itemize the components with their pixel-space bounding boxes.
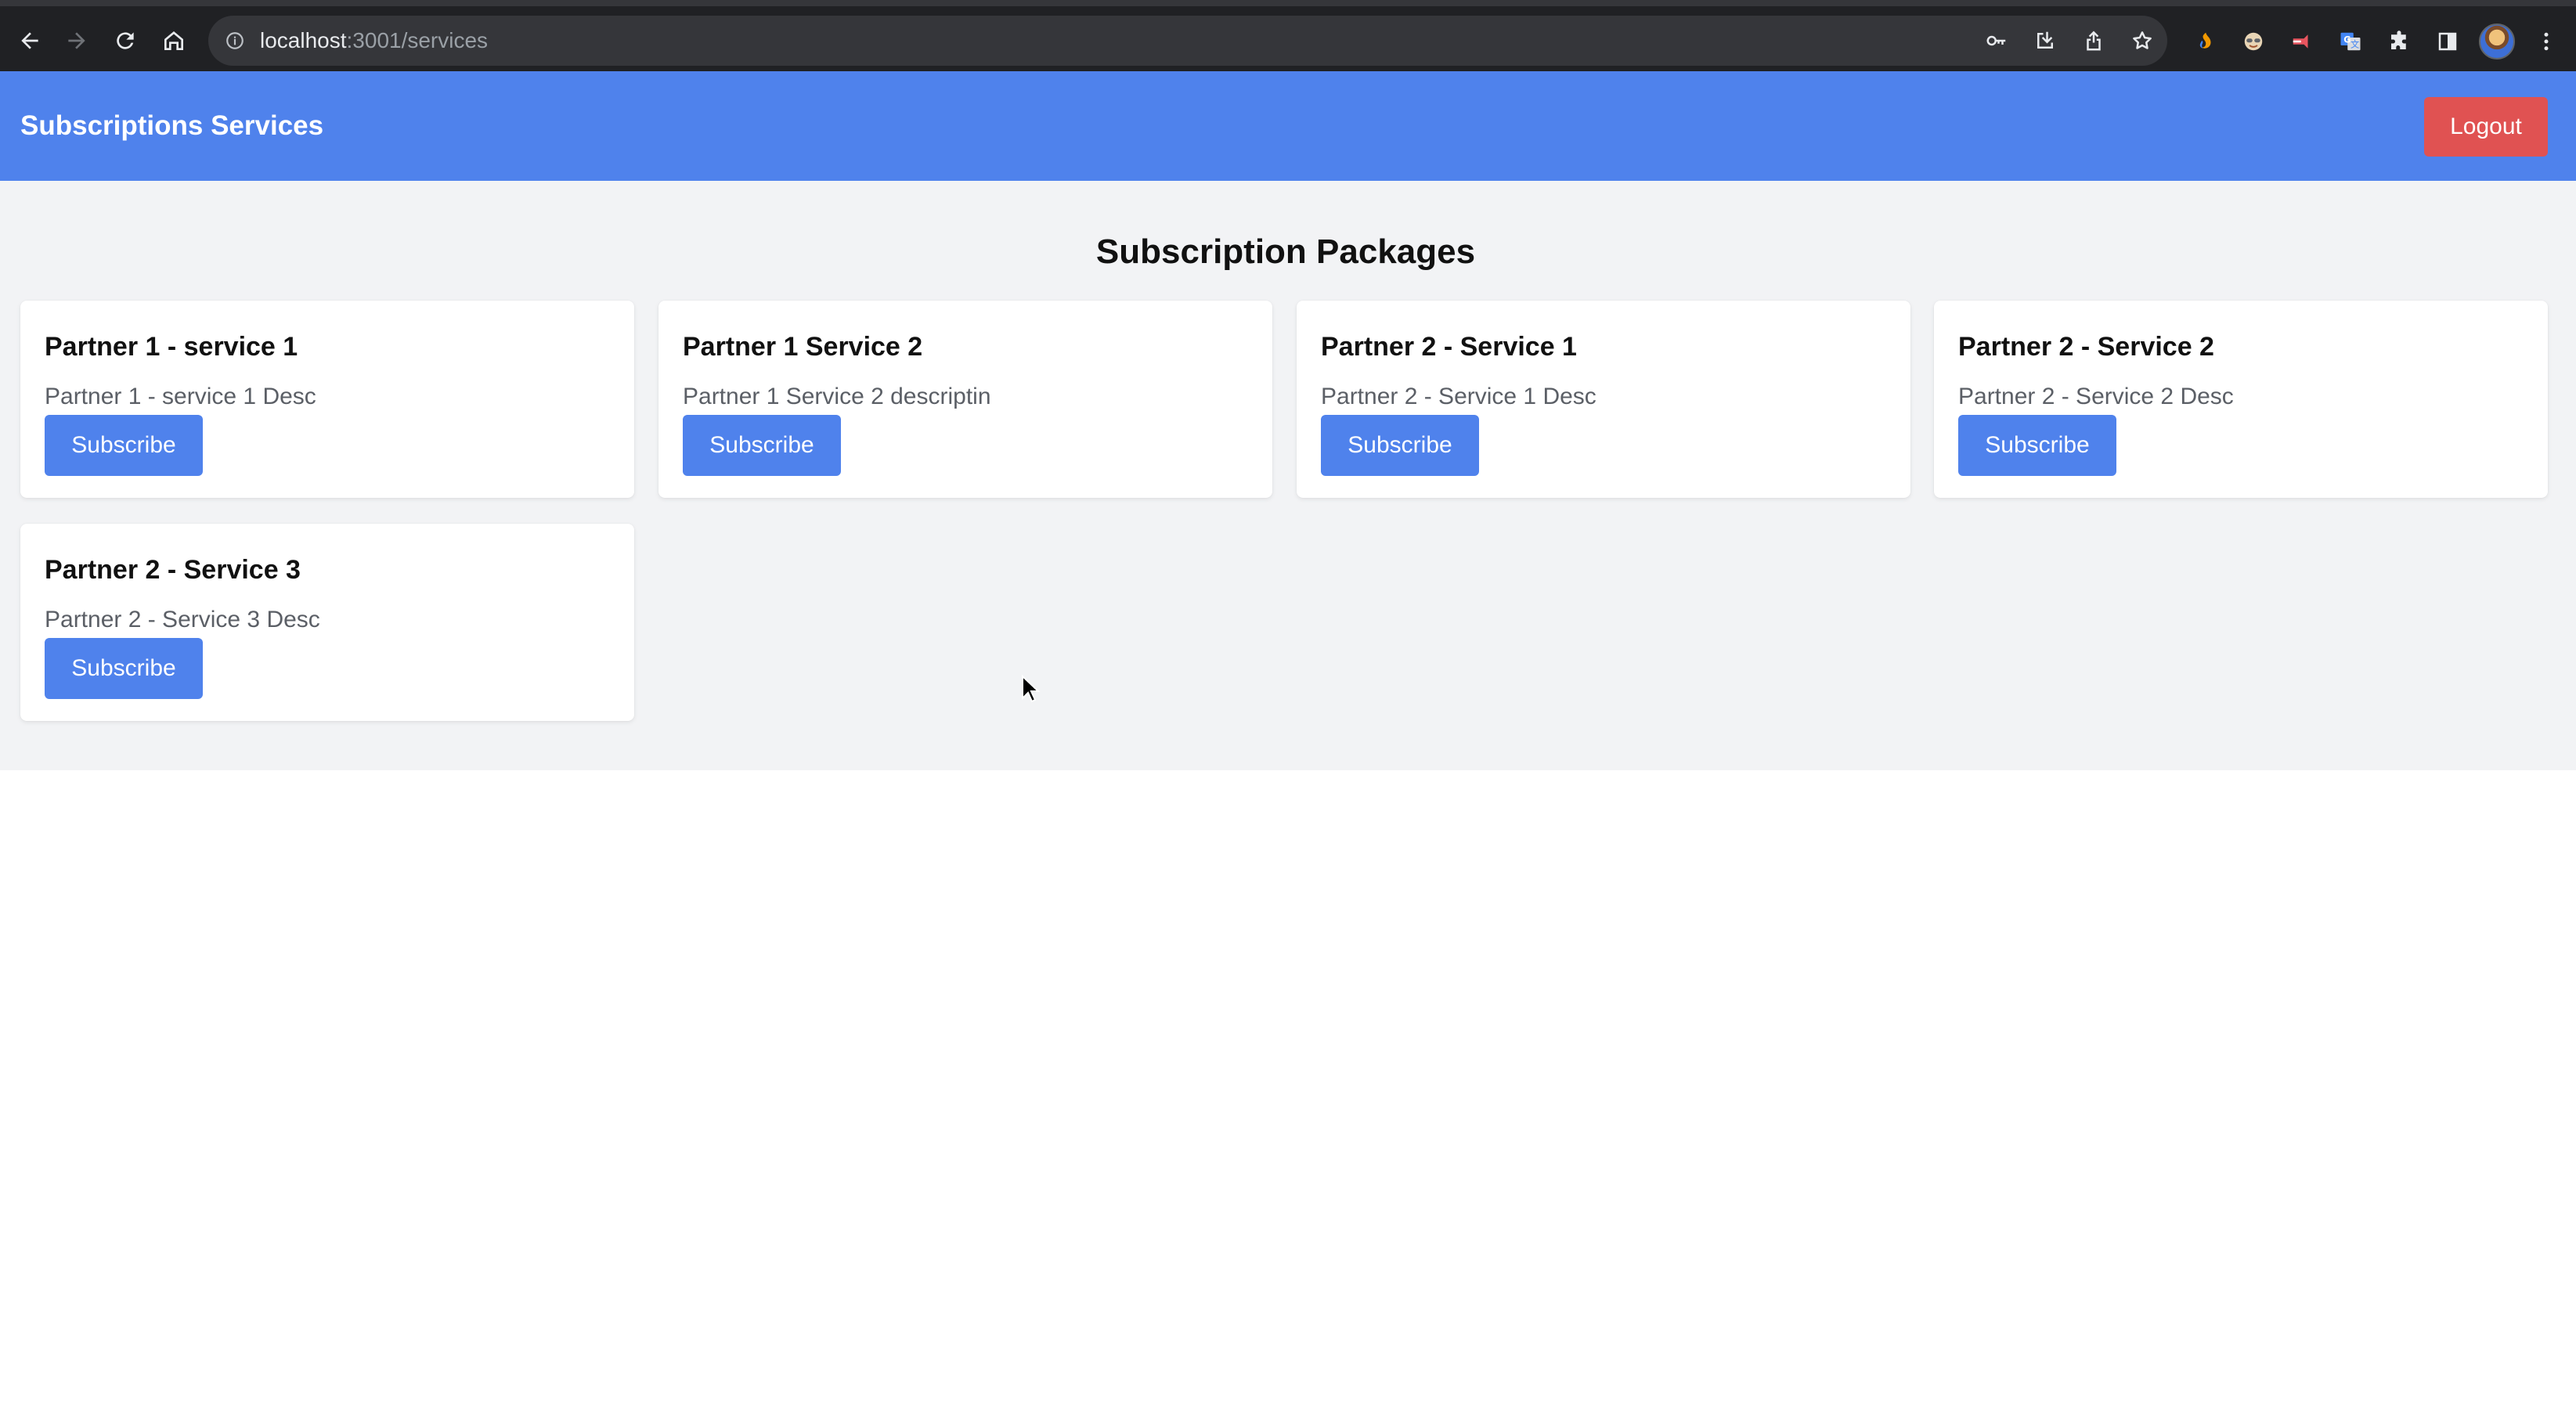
package-card: Partner 1 - service 1 Partner 1 - servic… bbox=[20, 301, 634, 498]
package-description: Partner 1 - service 1 Desc bbox=[45, 384, 316, 409]
package-card: Partner 2 - Service 2 Partner 2 - Servic… bbox=[1934, 301, 2548, 498]
extension-red-icon[interactable] bbox=[2285, 24, 2319, 59]
url-host: localhost bbox=[260, 28, 347, 52]
url-text[interactable]: localhost:3001/services bbox=[260, 28, 488, 53]
extension-flame-icon[interactable] bbox=[2188, 24, 2222, 59]
package-card: Partner 1 Service 2 Partner 1 Service 2 … bbox=[658, 301, 1272, 498]
share-icon[interactable] bbox=[2076, 23, 2111, 58]
app-header: Subscriptions Services Logout bbox=[0, 71, 2576, 181]
package-title: Partner 1 Service 2 bbox=[683, 332, 923, 362]
package-description: Partner 2 - Service 2 Desc bbox=[1958, 384, 2234, 409]
browser-toolbar: localhost:3001/services G文 bbox=[0, 0, 2576, 71]
reload-icon[interactable] bbox=[108, 23, 143, 58]
page-title: Subscription Packages bbox=[1095, 232, 1476, 271]
info-icon[interactable] bbox=[224, 30, 246, 52]
side-panel-icon[interactable] bbox=[2430, 24, 2465, 59]
home-icon[interactable] bbox=[157, 23, 191, 58]
install-icon[interactable] bbox=[2028, 23, 2062, 58]
google-translate-icon[interactable]: G文 bbox=[2333, 24, 2368, 59]
package-description: Partner 2 - Service 1 Desc bbox=[1321, 384, 1596, 409]
main-content: Subscription Packages Partner 1 - servic… bbox=[0, 181, 2576, 770]
extension-face-icon[interactable] bbox=[2236, 24, 2271, 59]
address-bar[interactable]: localhost:3001/services bbox=[208, 16, 2167, 66]
subscribe-button[interactable]: Subscribe bbox=[1958, 415, 2116, 476]
package-title: Partner 2 - Service 1 bbox=[1321, 332, 1577, 362]
package-title: Partner 2 - Service 2 bbox=[1958, 332, 2214, 362]
package-card: Partner 2 - Service 1 Partner 2 - Servic… bbox=[1297, 301, 1910, 498]
subscribe-button[interactable]: Subscribe bbox=[45, 415, 203, 476]
package-title: Partner 2 - Service 3 bbox=[45, 555, 301, 585]
back-icon[interactable] bbox=[13, 23, 47, 58]
avatar[interactable] bbox=[2479, 23, 2515, 59]
subscribe-button[interactable]: Subscribe bbox=[683, 415, 841, 476]
subscribe-button[interactable]: Subscribe bbox=[1321, 415, 1479, 476]
key-icon[interactable] bbox=[1979, 23, 2014, 58]
brand-title[interactable]: Subscriptions Services bbox=[20, 110, 323, 142]
star-icon[interactable] bbox=[2125, 23, 2159, 58]
package-title: Partner 1 - service 1 bbox=[45, 332, 298, 362]
puzzle-icon[interactable] bbox=[2382, 24, 2416, 59]
more-icon[interactable] bbox=[2529, 24, 2563, 59]
subscribe-button[interactable]: Subscribe bbox=[45, 638, 203, 699]
mouse-cursor-icon bbox=[1022, 675, 1041, 703]
package-card: Partner 2 - Service 3 Partner 2 - Servic… bbox=[20, 524, 634, 721]
package-description: Partner 2 - Service 3 Desc bbox=[45, 607, 320, 632]
package-description: Partner 1 Service 2 descriptin bbox=[683, 384, 991, 409]
svg-text:文: 文 bbox=[2351, 39, 2359, 50]
logout-button[interactable]: Logout bbox=[2424, 97, 2548, 157]
forward-icon[interactable] bbox=[60, 23, 94, 58]
url-path: :3001/services bbox=[346, 28, 489, 52]
